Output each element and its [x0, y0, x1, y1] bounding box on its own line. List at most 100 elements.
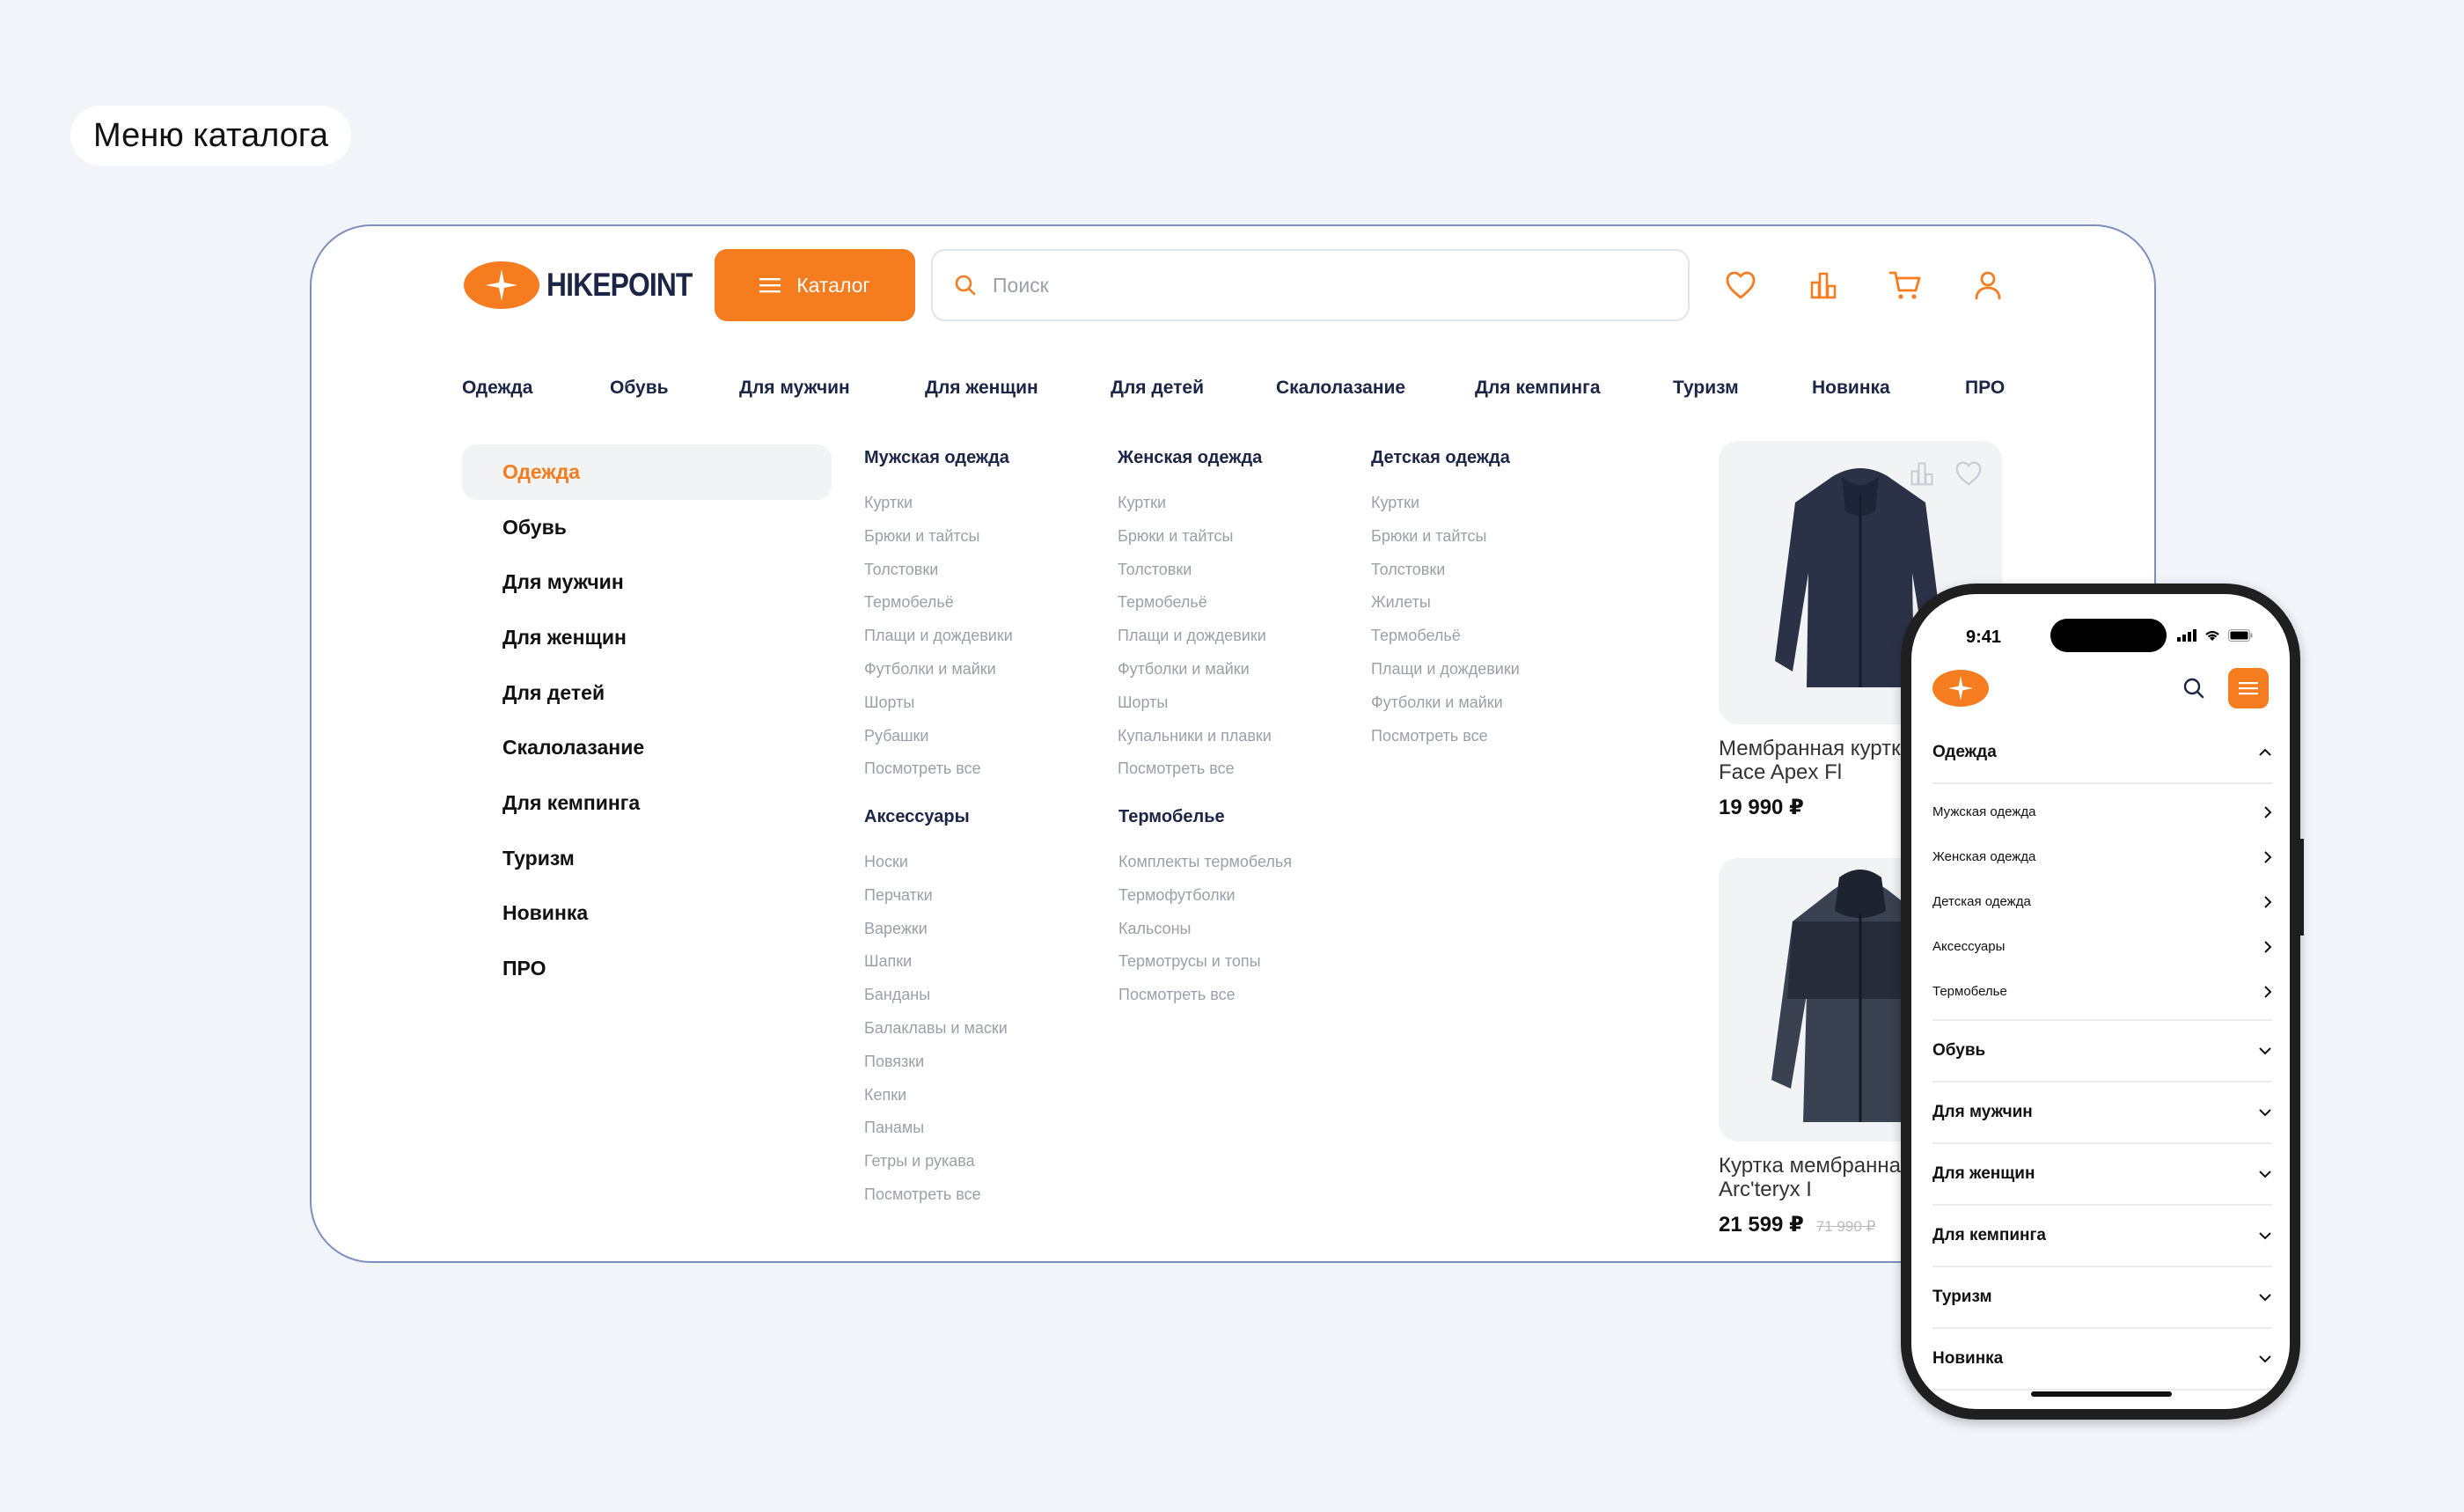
category-link[interactable]: Посмотреть все — [1371, 720, 1617, 753]
mobile-subcategory-item[interactable]: Термобелье — [1932, 969, 2272, 1014]
category-link[interactable]: Кальсоны — [1118, 913, 1365, 946]
sidebar-item-tourism[interactable]: Туризм — [462, 831, 832, 886]
sidebar-item-clothing[interactable]: Одежда — [462, 444, 832, 500]
heart-icon[interactable] — [1722, 267, 1759, 304]
sidebar-item-new[interactable]: Новинка — [462, 886, 832, 942]
topnav-item[interactable]: Новинка — [1812, 378, 1890, 399]
category-link[interactable]: Плащи и дождевики — [1371, 653, 1617, 686]
search-icon — [955, 275, 976, 296]
category-link[interactable]: Куртки — [1118, 487, 1364, 520]
category-link[interactable]: Повязки — [864, 1046, 1111, 1079]
topnav-item[interactable]: Туризм — [1673, 378, 1739, 399]
search-input[interactable]: Поиск — [931, 249, 1690, 321]
category-link[interactable]: Толстовки — [1118, 554, 1364, 587]
mobile-subcategory-label: Детская одежда — [1932, 894, 2031, 909]
mobile-subcategory-item[interactable]: Детская одежда — [1932, 879, 2272, 924]
category-link[interactable]: Плащи и дождевики — [864, 620, 1111, 653]
category-link[interactable]: Комплекты термобелья — [1118, 846, 1365, 879]
category-link[interactable]: Толстовки — [1371, 554, 1617, 587]
category-link[interactable]: Посмотреть все — [864, 752, 1111, 786]
logo[interactable]: HIKEPOINT — [464, 261, 715, 309]
mobile-accordion-item[interactable]: Для женщин — [1932, 1144, 2272, 1206]
mobile-accordion-item[interactable]: Новинка — [1932, 1329, 2272, 1391]
user-icon[interactable] — [1969, 267, 2006, 304]
category-link[interactable]: Футболки и майки — [1118, 653, 1364, 686]
compare-icon[interactable] — [1909, 460, 1935, 487]
topnav-item[interactable]: Для детей — [1111, 378, 1204, 399]
category-column-title[interactable]: Детская одежда — [1371, 446, 1617, 487]
mobile-accordion-item[interactable]: Туризм — [1932, 1267, 2272, 1329]
category-link[interactable]: Банданы — [864, 979, 1111, 1012]
category-link[interactable]: Термобельё — [864, 586, 1111, 620]
category-link[interactable]: Плащи и дождевики — [1118, 620, 1364, 653]
mobile-subcategory-item[interactable]: Мужская одежда — [1932, 789, 2272, 834]
compare-icon[interactable] — [1805, 267, 1842, 304]
topnav-item[interactable]: Для мужчин — [739, 378, 850, 399]
mobile-collapsed-list: Обувь Для мужчин Для женщин Для кемпинга Тур… — [1932, 1021, 2272, 1391]
topnav-item[interactable]: Для женщин — [925, 378, 1038, 399]
product-old-price: 71 990 ₽ — [1815, 1218, 1876, 1235]
category-link[interactable]: Брюки и тайтсы — [864, 520, 1111, 554]
category-link[interactable]: Термобельё — [1118, 586, 1364, 620]
category-link[interactable]: Перчатки — [864, 879, 1111, 913]
mobile-accordion-clothing[interactable]: Одежда — [1932, 723, 2272, 784]
category-link[interactable]: Футболки и майки — [1371, 686, 1617, 720]
category-link[interactable]: Куртки — [1371, 487, 1617, 520]
category-link[interactable]: Термобельё — [1371, 620, 1617, 653]
category-link[interactable]: Куртки — [864, 487, 1111, 520]
logo-mark-icon[interactable] — [1932, 670, 1989, 707]
category-link[interactable]: Толстовки — [864, 554, 1111, 587]
mobile-catalog-list: Одежда Мужская одежда Женская одежда Детск… — [1932, 723, 2272, 1391]
status-icons — [2177, 629, 2253, 642]
category-link[interactable]: Шорты — [1118, 686, 1364, 720]
sidebar-item-shoes[interactable]: Обувь — [462, 500, 832, 555]
category-link[interactable]: Носки — [864, 846, 1111, 879]
mobile-accordion-item[interactable]: Обувь — [1932, 1021, 2272, 1083]
mobile-subcategory-item[interactable]: Аксессуары — [1932, 924, 2272, 969]
category-link[interactable]: Гетры и рукава — [864, 1145, 1111, 1178]
category-link[interactable]: Балаклавы и маски — [864, 1012, 1111, 1046]
cart-icon[interactable] — [1887, 267, 1924, 304]
heart-icon[interactable] — [1954, 460, 1983, 487]
category-column-title[interactable]: Мужская одежда — [864, 446, 1111, 487]
category-column-title[interactable]: Термобелье — [1118, 805, 1365, 846]
topnav-item[interactable]: Одежда — [462, 378, 532, 399]
category-link[interactable]: Жилеты — [1371, 586, 1617, 620]
category-link[interactable]: Брюки и тайтсы — [1118, 520, 1364, 554]
category-link[interactable]: Термотрусы и топы — [1118, 945, 1365, 979]
category-link[interactable]: Рубашки — [864, 720, 1111, 753]
category-column-title[interactable]: Женская одежда — [1118, 446, 1364, 487]
chevron-right-icon — [2264, 895, 2272, 908]
accordion-label: Для кемпинга — [1932, 1226, 2046, 1244]
topnav-item[interactable]: ПРО — [1965, 378, 2005, 399]
mobile-accordion-item[interactable]: Для кемпинга — [1932, 1206, 2272, 1267]
category-link[interactable]: Посмотреть все — [864, 1178, 1111, 1212]
category-link[interactable]: Термофутболки — [1118, 879, 1365, 913]
category-column-title[interactable]: Аксессуары — [864, 805, 1111, 846]
topnav-item[interactable]: Обувь — [610, 378, 669, 399]
menu-button[interactable] — [2228, 668, 2269, 708]
product-price: 19 990 ₽ — [1719, 796, 1804, 819]
category-link[interactable]: Брюки и тайтсы — [1371, 520, 1617, 554]
category-link[interactable]: Футболки и майки — [864, 653, 1111, 686]
category-link[interactable]: Шорты — [864, 686, 1111, 720]
category-link[interactable]: Шапки — [864, 945, 1111, 979]
sidebar-item-women[interactable]: Для женщин — [462, 610, 832, 665]
topnav-item[interactable]: Скалолазание — [1276, 378, 1405, 399]
sidebar-item-pro[interactable]: ПРО — [462, 941, 832, 996]
search-icon[interactable] — [2182, 677, 2205, 704]
category-link[interactable]: Панамы — [864, 1112, 1111, 1145]
category-link[interactable]: Посмотреть все — [1118, 752, 1364, 786]
sidebar-item-kids[interactable]: Для детей — [462, 665, 832, 721]
catalog-button[interactable]: Каталог — [715, 249, 915, 321]
category-link[interactable]: Посмотреть все — [1118, 979, 1365, 1012]
sidebar-item-climbing[interactable]: Скалолазание — [462, 720, 832, 775]
mobile-subcategory-item[interactable]: Женская одежда — [1932, 834, 2272, 879]
topnav-item[interactable]: Для кемпинга — [1475, 378, 1601, 399]
mobile-accordion-item[interactable]: Для мужчин — [1932, 1083, 2272, 1144]
category-link[interactable]: Варежки — [864, 913, 1111, 946]
category-link[interactable]: Купальники и плавки — [1118, 720, 1364, 753]
category-link[interactable]: Кепки — [864, 1079, 1111, 1112]
sidebar-item-camping[interactable]: Для кемпинга — [462, 775, 832, 831]
sidebar-item-men[interactable]: Для мужчин — [462, 554, 832, 610]
